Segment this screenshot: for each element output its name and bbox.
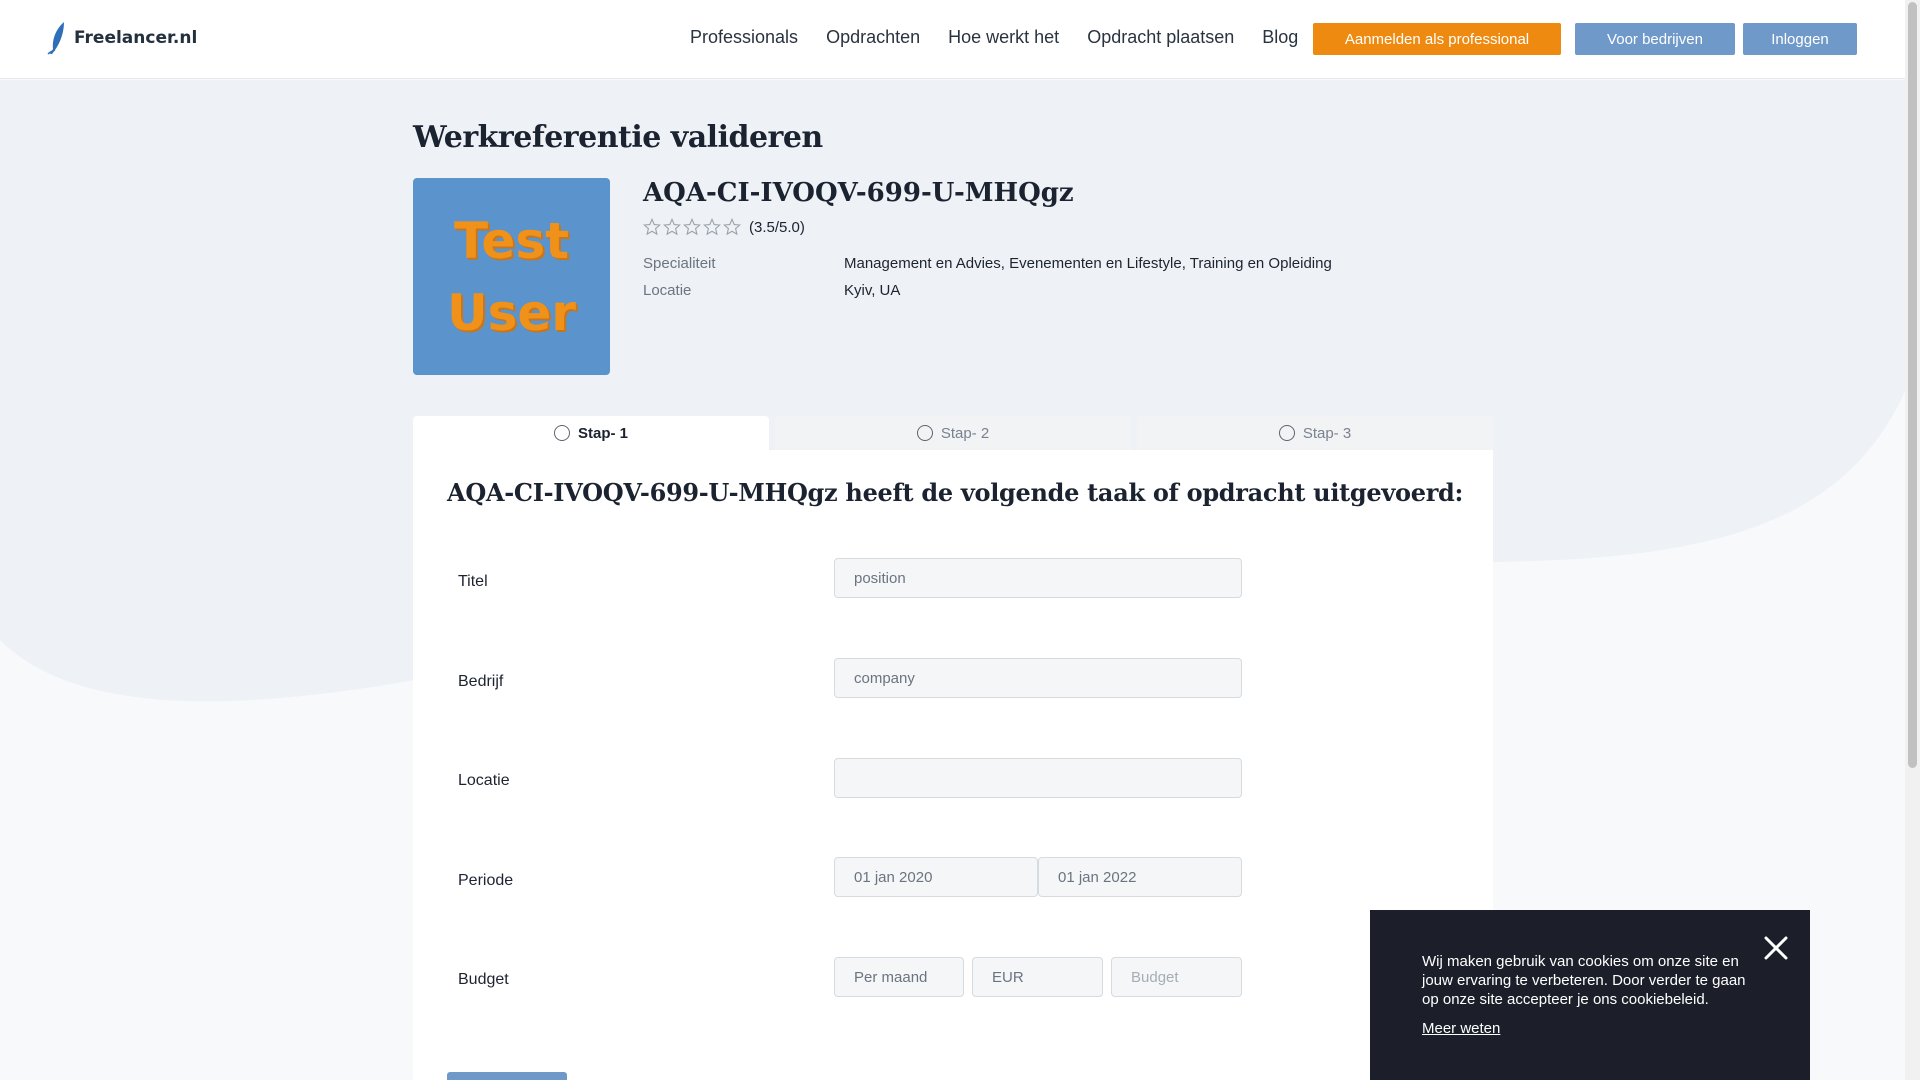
scrollbar[interactable] <box>1905 0 1920 1080</box>
profile-name: AQA-CI-IVOQV-699-U-MHQgz <box>643 178 1074 208</box>
nav-hoe-werkt-het[interactable]: Hoe werkt het <box>948 27 1059 48</box>
location-input[interactable] <box>834 758 1242 798</box>
radio-circle-icon <box>1278 425 1295 441</box>
nav-blog[interactable]: Blog <box>1262 27 1298 48</box>
form-panel: AQA-CI-IVOQV-699-U-MHQgz heeft de volgen… <box>413 450 1493 1080</box>
feather-logo-icon <box>47 22 64 55</box>
nav-opdrachten[interactable]: Opdrachten <box>826 27 920 48</box>
radio-circle-icon <box>916 425 933 441</box>
tab-label: Stap- 2 <box>940 424 990 442</box>
star-icon <box>683 218 701 236</box>
tab-label: Stap- 1 <box>577 424 628 442</box>
close-icon[interactable] <box>1762 934 1790 962</box>
location-row: Locatie Kyiv, UA <box>643 282 900 299</box>
company-label: Bedrijf <box>458 673 504 690</box>
avatar-text-line1: Test <box>453 211 570 270</box>
nav-professionals[interactable]: Professionals <box>690 27 798 48</box>
cookie-banner: Wij maken gebruik van cookies om onze si… <box>1370 910 1810 1080</box>
site-header: Freelancer.nl Professionals Opdrachten H… <box>0 0 1905 79</box>
star-icon <box>663 218 681 236</box>
tab-step-2[interactable]: Stap- 2 <box>775 416 1131 450</box>
rating-text: (3.5/5.0) <box>749 218 805 236</box>
location-field-label: Locatie <box>458 772 510 789</box>
tab-step-3[interactable]: Stap- 3 <box>1137 416 1493 450</box>
step-tabs: Stap- 1 Stap- 2 Stap- 3 <box>413 416 1493 450</box>
form-heading: AQA-CI-IVOQV-699-U-MHQgz heeft de volgen… <box>447 478 1464 507</box>
period-end-input[interactable]: 01 jan 2022 <box>1038 857 1242 897</box>
avatar: Test User <box>413 178 610 375</box>
for-business-button[interactable]: Voor bedrijven <box>1575 23 1735 55</box>
logo-text: Freelancer.nl <box>74 28 198 48</box>
star-icon <box>703 218 721 236</box>
rating: (3.5/5.0) <box>643 218 805 236</box>
company-input[interactable]: company <box>834 658 1242 698</box>
radio-circle-icon <box>553 425 570 441</box>
page-title: Werkreferentie valideren <box>413 120 823 155</box>
specialty-row: Specialiteit Management en Advies, Evene… <box>643 255 1332 272</box>
star-icon <box>643 218 661 236</box>
nav-opdracht-plaatsen[interactable]: Opdracht plaatsen <box>1087 27 1234 48</box>
budget-label: Budget <box>458 971 509 988</box>
period-start-input[interactable]: 01 jan 2020 <box>834 857 1038 897</box>
budget-currency-select[interactable]: EUR <box>972 957 1103 997</box>
scrollbar-thumb[interactable] <box>1908 2 1917 768</box>
budget-input[interactable]: Budget <box>1111 957 1242 997</box>
tab-step-1[interactable]: Stap- 1 <box>413 416 769 450</box>
avatar-text-line2: User <box>447 283 576 342</box>
tab-label: Stap- 3 <box>1302 424 1352 442</box>
title-label: Titel <box>458 573 488 590</box>
main-nav: Professionals Opdrachten Hoe werkt het O… <box>690 27 1326 48</box>
specialty-value: Management en Advies, Evenementen en Lif… <box>844 255 1332 272</box>
specialty-label: Specialiteit <box>643 255 716 272</box>
period-label: Periode <box>458 872 514 889</box>
budget-period-select[interactable]: Per maand <box>834 957 964 997</box>
logo[interactable]: Freelancer.nl <box>46 21 197 55</box>
login-button[interactable]: Inloggen <box>1743 23 1857 55</box>
signup-professional-button[interactable]: Aanmelden als professional <box>1313 23 1561 55</box>
next-button[interactable] <box>447 1072 567 1080</box>
cookie-more-link[interactable]: Meer weten <box>1422 1020 1500 1037</box>
location-label: Locatie <box>643 282 692 299</box>
cookie-text: Wij maken gebruik van cookies om onze si… <box>1422 953 1746 1008</box>
star-icon <box>723 218 741 236</box>
title-input[interactable]: position <box>834 558 1242 598</box>
location-value: Kyiv, UA <box>844 282 901 299</box>
